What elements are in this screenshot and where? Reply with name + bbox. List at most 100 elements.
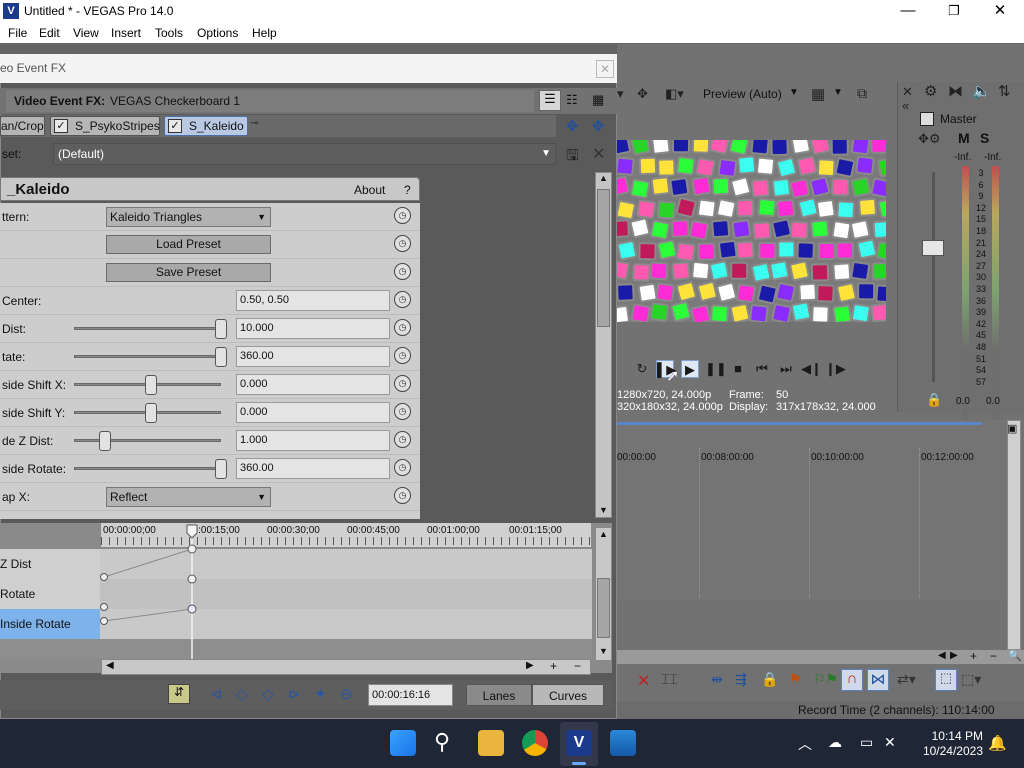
zoom-in-icon[interactable]: + <box>970 649 977 663</box>
notification-bell-icon[interactable]: 🔔 <box>988 734 1007 752</box>
last-keyframe-icon[interactable]: ⊳ <box>288 685 301 703</box>
search-icon[interactable]: ⚲ <box>434 729 450 755</box>
previous-frame-icon[interactable]: ◀❙ <box>801 360 822 378</box>
grid-dropdown-icon[interactable]: ▼ <box>833 87 843 98</box>
add-keyframe-icon[interactable]: ✦ <box>314 685 327 703</box>
animate-clock-icon[interactable]: ◷ <box>394 291 411 308</box>
sync-cursor-icon[interactable]: ⇵ <box>168 684 190 704</box>
grid-view-icon[interactable]: ▦ <box>592 92 604 108</box>
preview-quality[interactable]: Preview (Auto) <box>703 87 782 101</box>
delete-keyframe-icon[interactable]: ⊖ <box>340 685 353 703</box>
network-icon[interactable]: ▭ <box>860 734 873 751</box>
animate-clock-icon[interactable]: ◷ <box>394 431 411 448</box>
loop-region-bar[interactable] <box>617 422 982 425</box>
animate-clock-icon[interactable]: ◷ <box>394 403 411 420</box>
menu-file[interactable]: File <box>8 26 27 40</box>
scroll-down-icon[interactable]: ▼ <box>599 646 608 656</box>
zoom-out-icon[interactable]: − <box>990 649 997 663</box>
param-value-field[interactable]: 1.000 <box>236 430 390 451</box>
remove-plugin-icon[interactable]: ✥ <box>592 117 605 135</box>
envelope-tool-icon[interactable]: ⬚▾ <box>961 671 981 688</box>
animate-clock-icon[interactable]: ◷ <box>394 459 411 476</box>
kf-vscroll[interactable]: ▲ ▼ <box>595 527 612 661</box>
maximize-button[interactable]: ❐ <box>931 0 977 23</box>
timeline-area[interactable] <box>617 420 1007 600</box>
scroll-up-icon[interactable]: ▲ <box>599 529 608 539</box>
details-view-icon[interactable]: ☷ <box>566 92 578 108</box>
zoom-in-icon[interactable]: + <box>550 659 557 673</box>
preset-dropdown[interactable]: (Default) ▼ <box>53 143 556 165</box>
split-icon[interactable]: ⇹ <box>711 671 723 688</box>
solo-button[interactable]: S <box>980 130 989 146</box>
menu-tools[interactable]: Tools <box>155 26 183 40</box>
param-slider-track[interactable] <box>74 327 221 330</box>
kf-hscroll[interactable]: ◀ ▶ + − <box>101 659 591 675</box>
menu-help[interactable]: Help <box>252 26 277 40</box>
minimize-button[interactable]: — <box>885 0 931 23</box>
ripple-edit-icon[interactable]: ⇄▾ <box>897 671 916 688</box>
list-view-icon[interactable]: ☰ <box>539 90 561 111</box>
param-slider-handle[interactable] <box>144 375 157 395</box>
checkbox-checked-icon[interactable]: ✓ <box>168 119 182 133</box>
snapping-icon[interactable]: ∩ <box>841 669 863 691</box>
param-slider-track[interactable] <box>74 467 221 470</box>
next-keyframe-icon[interactable]: ◇ <box>262 685 274 703</box>
vegas-taskbar-icon[interactable]: V <box>566 730 592 756</box>
marker-icon[interactable]: ▣ <box>1007 422 1017 435</box>
stop-icon[interactable]: ■ <box>729 360 747 378</box>
animate-clock-icon[interactable]: ◷ <box>394 319 411 336</box>
play-icon[interactable]: ▶ <box>681 360 699 378</box>
copy-snapshot-icon[interactable]: ⧉ <box>857 85 867 102</box>
fx-params-scrollbar[interactable]: ▲ ▼ <box>595 172 612 518</box>
param-slider-track[interactable] <box>74 439 221 442</box>
master-checkbox[interactable] <box>920 112 934 126</box>
go-to-end-icon[interactable]: ⏭ <box>777 360 795 378</box>
scroll-left-icon[interactable]: ◀ <box>938 650 946 661</box>
zoom-tool-icon[interactable]: 🔍 <box>1008 649 1022 662</box>
preview-settings-icon[interactable]: ▾ <box>617 86 624 102</box>
go-to-start-icon[interactable]: ⏮ <box>753 360 771 378</box>
store-icon[interactable] <box>610 730 636 756</box>
loop-playback-icon[interactable]: ↻ <box>633 360 651 378</box>
fx-close-button[interactable]: ✕ <box>596 60 614 78</box>
param-slider-track[interactable] <box>74 355 221 358</box>
lock-event-icon[interactable]: 🔒 <box>761 671 778 688</box>
taskbar-clock[interactable]: 10:14 PM 10/24/2023 <box>908 729 983 761</box>
scroll-right-icon[interactable]: ▶ <box>526 660 534 671</box>
scroll-right-icon[interactable]: ▶ <box>950 650 958 661</box>
plugin-chain-icon[interactable]: ✥ <box>566 117 579 135</box>
prev-keyframe-icon[interactable]: ◇ <box>236 685 248 703</box>
pane-arrow-icon[interactable]: « <box>902 98 909 113</box>
next-frame-icon[interactable]: ❙▶ <box>825 360 846 378</box>
param-value-field[interactable]: 360.00 <box>236 458 390 479</box>
checkbox-checked-icon[interactable]: ✓ <box>54 119 68 133</box>
grid-icon[interactable]: ▦ <box>811 85 825 103</box>
param-button[interactable]: Save Preset <box>106 263 271 282</box>
save-preset-icon[interactable]: 🖫 <box>566 145 579 170</box>
start-windows-icon[interactable] <box>390 730 416 756</box>
delete-icon[interactable]: ✕ <box>637 671 650 691</box>
param-value-field[interactable]: 0.000 <box>236 402 390 423</box>
param-value-field[interactable]: 0.000 <box>236 374 390 395</box>
param-slider-handle[interactable] <box>215 347 227 367</box>
trim-icon[interactable]: ⌶⌶ <box>661 671 678 688</box>
param-slider-handle[interactable] <box>144 403 157 423</box>
region-icon[interactable]: ⚐⚑ <box>813 671 838 688</box>
scroll-thumb[interactable] <box>597 578 610 638</box>
animate-clock-icon[interactable]: ◷ <box>394 207 411 224</box>
menu-edit[interactable]: Edit <box>39 26 60 40</box>
menu-view[interactable]: View <box>73 26 99 40</box>
param-slider-handle[interactable] <box>99 431 112 451</box>
master-fx-icon[interactable]: ✥⚙ <box>918 131 941 147</box>
marker-flag-icon[interactable]: ⚑ <box>789 671 802 688</box>
pause-icon[interactable]: ❚❚ <box>705 360 727 378</box>
lock-icon[interactable]: 🔒 <box>926 392 942 408</box>
close-button[interactable]: ✕ <box>977 0 1023 23</box>
scroll-up-icon[interactable]: ▲ <box>599 173 608 183</box>
auto-crossfade-icon[interactable]: ⋈ <box>867 669 889 691</box>
downmix-icon[interactable]: ⇅ <box>998 82 1011 100</box>
delete-preset-icon[interactable]: ✕ <box>592 144 605 164</box>
onedrive-icon[interactable]: ☁ <box>828 734 842 751</box>
param-value-field[interactable]: 10.000 <box>236 318 390 339</box>
normal-edit-tool-icon[interactable]: ⬚ <box>935 669 957 691</box>
